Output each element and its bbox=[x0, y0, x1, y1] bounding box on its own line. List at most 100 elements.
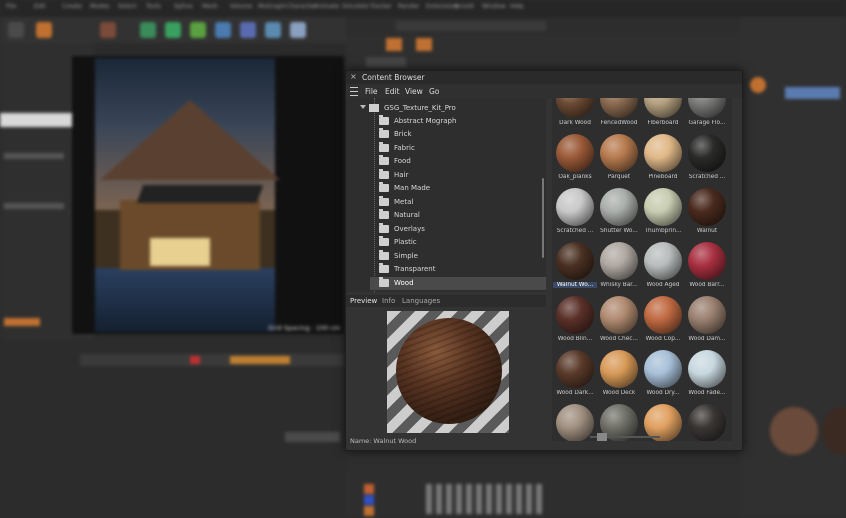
toolbar-icon[interactable] bbox=[8, 22, 24, 38]
app-menu-item[interactable]: Arnold bbox=[454, 3, 482, 10]
app-menu-item[interactable]: Volume bbox=[230, 3, 258, 10]
app-menu-item[interactable]: Select bbox=[118, 3, 146, 10]
material-thumbnail[interactable]: Wood Chec... bbox=[597, 296, 641, 350]
material-label: Walnut Wo... bbox=[553, 282, 597, 288]
folder-item[interactable]: Metal bbox=[370, 195, 546, 210]
material-ball bbox=[644, 350, 682, 388]
material-thumbnail[interactable]: Scratched ... bbox=[685, 134, 729, 188]
folder-item[interactable]: Simple bbox=[370, 249, 546, 264]
app-menu-item[interactable]: Modes bbox=[90, 3, 118, 10]
material-label: Thumbprin... bbox=[644, 228, 682, 234]
material-label: Wood Dam... bbox=[688, 336, 726, 342]
app-menu-item[interactable]: Window bbox=[482, 3, 510, 10]
folder-item[interactable]: Abstract Mograph bbox=[370, 114, 546, 129]
app-menu-item[interactable]: Help bbox=[510, 3, 538, 10]
material-thumbnail[interactable]: Wood Dark... bbox=[553, 350, 597, 404]
hamburger-menu-icon[interactable] bbox=[350, 87, 358, 96]
app-menu-item[interactable]: MoGraph bbox=[258, 3, 286, 10]
toolbar-icon[interactable] bbox=[36, 22, 52, 38]
material-thumbnail[interactable]: Dark Wood bbox=[553, 98, 597, 134]
material-thumbnail[interactable]: Pineboard bbox=[641, 134, 685, 188]
folder-icon bbox=[379, 263, 389, 273]
app-menu-item[interactable]: Simulate bbox=[342, 3, 370, 10]
material-thumbnail[interactable]: Wood Dam... bbox=[685, 296, 729, 350]
folder-icon bbox=[379, 276, 389, 287]
material-ball bbox=[644, 188, 682, 226]
toolbar-icon[interactable] bbox=[290, 22, 306, 38]
material-thumbnail[interactable]: Wood Deck bbox=[597, 350, 641, 404]
material-thumbnail-selected[interactable]: Walnut Wo... bbox=[553, 242, 597, 296]
toolbar-icon[interactable] bbox=[265, 22, 281, 38]
folder-item[interactable]: Hair bbox=[370, 168, 546, 183]
toolbar-icon[interactable] bbox=[240, 22, 256, 38]
material-label: Walnut bbox=[696, 228, 718, 234]
folder-item[interactable]: Overlays bbox=[370, 222, 546, 237]
tab-info[interactable]: Info bbox=[382, 297, 395, 305]
toolbar-icon[interactable] bbox=[140, 22, 156, 38]
material-thumbnail[interactable]: Wood Lac... bbox=[685, 404, 729, 441]
material-thumbnail[interactable]: Oak_planks bbox=[553, 134, 597, 188]
material-thumbnail[interactable]: Wood Blin... bbox=[553, 296, 597, 350]
material-ball bbox=[600, 296, 638, 334]
menu-edit[interactable]: Edit bbox=[385, 87, 400, 96]
app-menu-item[interactable]: Spline bbox=[174, 3, 202, 10]
folder-item[interactable]: Man Made bbox=[370, 182, 546, 196]
menu-file[interactable]: File bbox=[365, 87, 378, 96]
material-thumbnail[interactable]: Wood Fade... bbox=[685, 350, 729, 404]
tree-scrollbar[interactable] bbox=[542, 178, 544, 258]
close-icon[interactable]: × bbox=[350, 72, 357, 81]
toolbar-icon[interactable] bbox=[100, 22, 116, 38]
folder-icon bbox=[379, 249, 389, 260]
folder-item[interactable]: Plastic bbox=[370, 236, 546, 250]
app-menu-item[interactable]: Tracker bbox=[370, 3, 398, 10]
material-thumbnail[interactable]: Fiberboard bbox=[641, 98, 685, 134]
app-menu-item[interactable]: Extensions bbox=[426, 3, 459, 10]
folder-label: Man Made bbox=[394, 184, 431, 192]
material-thumbnail[interactable]: Wood Barr... bbox=[685, 242, 729, 296]
app-menu-item[interactable]: Mesh bbox=[202, 3, 230, 10]
material-label: Scratched ... bbox=[556, 228, 594, 234]
slider-knob[interactable] bbox=[597, 433, 607, 441]
material-thumbnail[interactable]: Scratched ... bbox=[553, 188, 597, 242]
material-thumbnail[interactable]: Shutter Wo... bbox=[597, 188, 641, 242]
material-thumbnail[interactable]: Thumbprin... bbox=[641, 188, 685, 242]
expand-arrow-icon[interactable] bbox=[360, 105, 366, 109]
material-thumbnail[interactable]: Wood Cop... bbox=[641, 296, 685, 350]
material-ball bbox=[556, 242, 594, 280]
app-menu-item[interactable]: Create bbox=[62, 3, 90, 10]
toolbar-icon[interactable] bbox=[215, 22, 231, 38]
thumbnail-zoom-slider[interactable] bbox=[582, 432, 662, 442]
toolbar-icon[interactable] bbox=[190, 22, 206, 38]
app-menu-item[interactable]: Character bbox=[286, 3, 316, 10]
material-ball bbox=[556, 296, 594, 334]
folder-item[interactable]: Food bbox=[370, 155, 546, 169]
folder-item[interactable]: Natural bbox=[370, 209, 546, 223]
app-menu-item[interactable]: Edit bbox=[34, 3, 62, 10]
folder-icon bbox=[379, 155, 389, 165]
app-menu-item[interactable]: Render bbox=[398, 3, 426, 10]
folder-item[interactable]: Fabric bbox=[370, 141, 546, 156]
menu-view[interactable]: View bbox=[405, 87, 423, 96]
tree-root[interactable]: GSG_Texture_Kit_Pro bbox=[360, 102, 540, 114]
material-thumbnail[interactable]: Parquet bbox=[597, 134, 641, 188]
material-thumbnail[interactable]: Wood Aged bbox=[641, 242, 685, 296]
material-label: Wood Barr... bbox=[689, 282, 725, 288]
app-menu-item[interactable]: Tools bbox=[146, 3, 174, 10]
folder-item[interactable]: Brick bbox=[370, 128, 546, 142]
folder-item[interactable]: Transparent bbox=[370, 263, 546, 277]
material-thumbnail[interactable]: Wood Dry... bbox=[641, 350, 685, 404]
app-menu-item[interactable]: File bbox=[6, 3, 34, 10]
material-thumbnail[interactable]: Walnut bbox=[685, 188, 729, 242]
material-label: FencedWood bbox=[600, 120, 638, 126]
menu-go[interactable]: Go bbox=[429, 87, 439, 96]
tab-languages[interactable]: Languages bbox=[402, 297, 440, 305]
material-thumbnail[interactable]: FencedWood bbox=[597, 98, 641, 134]
material-thumbnail[interactable]: Garage Flo... bbox=[685, 98, 729, 134]
tab-preview[interactable]: Preview bbox=[350, 297, 377, 305]
material-thumbnail[interactable]: Whisky Bar... bbox=[597, 242, 641, 296]
folder-item-selected[interactable]: Wood bbox=[370, 276, 546, 290]
app-menu-item[interactable]: Animate bbox=[314, 3, 342, 10]
toolbar-icon[interactable] bbox=[165, 22, 181, 38]
material-ball bbox=[688, 98, 726, 118]
material-label: Dark Wood bbox=[559, 120, 591, 126]
